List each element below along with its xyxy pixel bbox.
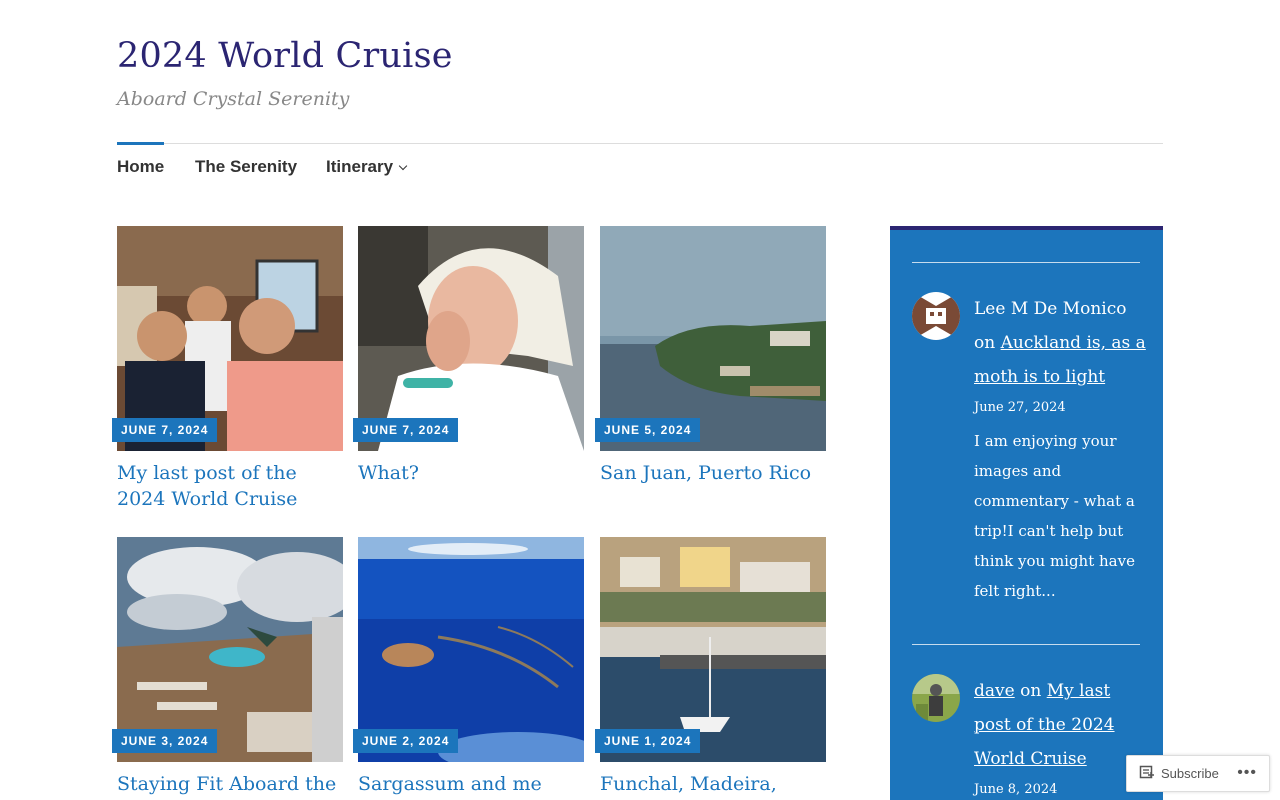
- comment-post-link[interactable]: Auckland is, as a moth is to light: [974, 333, 1146, 387]
- comment-target: dave on My last post of the 2024 World C…: [974, 674, 1146, 776]
- commenter-avatar[interactable]: [912, 674, 960, 722]
- nav-label: Itinerary: [326, 157, 394, 176]
- nav-item-the-serenity[interactable]: The Serenity: [195, 157, 297, 177]
- post-date-badge[interactable]: JUNE 7, 2024: [112, 418, 218, 442]
- nav-label: Home: [117, 157, 165, 176]
- post-date-badge[interactable]: JUNE 7, 2024: [353, 418, 459, 442]
- recent-comments-widget: Lee M De Monico on Auckland is, as a mot…: [890, 226, 1163, 800]
- commenter-avatar[interactable]: [912, 292, 960, 340]
- comment-on-label: on: [1020, 681, 1042, 701]
- post-title[interactable]: My last post of the 2024 World Cruise: [117, 460, 347, 512]
- post-title[interactable]: Funchal, Madeira,: [600, 771, 830, 797]
- nav-item-itinerary[interactable]: Itinerary: [326, 157, 408, 177]
- post-date-badge[interactable]: JUNE 3, 2024: [112, 729, 218, 753]
- main-navigation: Home The Serenity Itinerary: [117, 142, 1163, 189]
- subscribe-button[interactable]: Subscribe: [1139, 765, 1219, 781]
- post-title[interactable]: Sargassum and me: [358, 771, 588, 797]
- comment-author-link[interactable]: dave: [974, 681, 1015, 701]
- subscribe-bar: Subscribe •••: [1126, 755, 1270, 792]
- post-title[interactable]: San Juan, Puerto Rico: [600, 460, 830, 486]
- chevron-down-icon: [398, 161, 408, 171]
- more-options-icon[interactable]: •••: [1237, 764, 1257, 782]
- subscribe-label: Subscribe: [1161, 765, 1219, 781]
- comment-entry: dave on My last post of the 2024 World C…: [974, 674, 1146, 800]
- comment-entry: Lee M De Monico on Auckland is, as a mot…: [974, 292, 1146, 606]
- site-tagline: Aboard Crystal Serenity: [117, 88, 350, 110]
- post-date-badge[interactable]: JUNE 5, 2024: [595, 418, 701, 442]
- post-title[interactable]: What?: [358, 460, 588, 486]
- comment-excerpt: I am enjoying your images and commentary…: [974, 432, 1135, 600]
- comment-target: on Auckland is, as a moth is to light: [974, 326, 1146, 394]
- nav-label: The Serenity: [195, 157, 298, 176]
- comment-on-label: on: [974, 333, 996, 353]
- post-title[interactable]: Staying Fit Aboard the: [117, 771, 347, 797]
- comment-date: June 8, 2024: [974, 782, 1058, 797]
- post-date-badge[interactable]: JUNE 1, 2024: [595, 729, 701, 753]
- comment-date: June 27, 2024: [974, 400, 1066, 415]
- post-date-badge[interactable]: JUNE 2, 2024: [353, 729, 459, 753]
- widget-divider: [912, 644, 1140, 645]
- site-title[interactable]: 2024 World Cruise: [117, 36, 453, 76]
- nav-item-home[interactable]: Home: [117, 142, 165, 177]
- comment-author: Lee M De Monico: [974, 299, 1127, 319]
- widget-divider: [912, 262, 1140, 263]
- reader-subscribe-icon: [1139, 765, 1154, 779]
